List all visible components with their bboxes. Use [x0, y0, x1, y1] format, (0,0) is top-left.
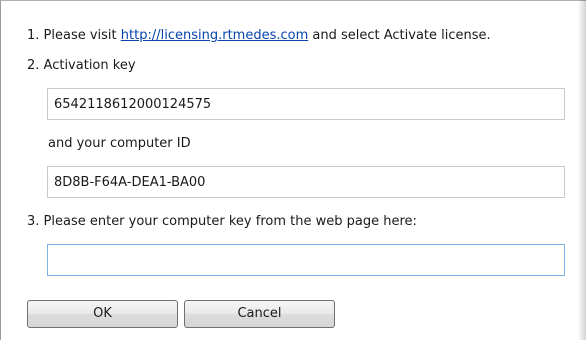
computer-id-field[interactable] — [47, 166, 565, 198]
activation-dialog: 1. Please visit http://licensing.rtmedes… — [0, 0, 586, 340]
cancel-button[interactable]: Cancel — [184, 300, 335, 328]
step1-suffix: and select Activate license. — [308, 28, 491, 43]
step3-label: 3. Please enter your computer key from t… — [27, 214, 417, 229]
ok-button[interactable]: OK — [27, 300, 178, 328]
step2-label: 2. Activation key — [27, 58, 136, 73]
step1-prefix: 1. Please visit — [27, 28, 121, 43]
computer-key-input[interactable] — [47, 244, 565, 276]
licensing-link[interactable]: http://licensing.rtmedes.com — [121, 28, 308, 43]
step1-instruction: 1. Please visit http://licensing.rtmedes… — [27, 28, 491, 44]
activation-key-field[interactable] — [47, 88, 565, 120]
computer-id-label: and your computer ID — [48, 136, 191, 151]
